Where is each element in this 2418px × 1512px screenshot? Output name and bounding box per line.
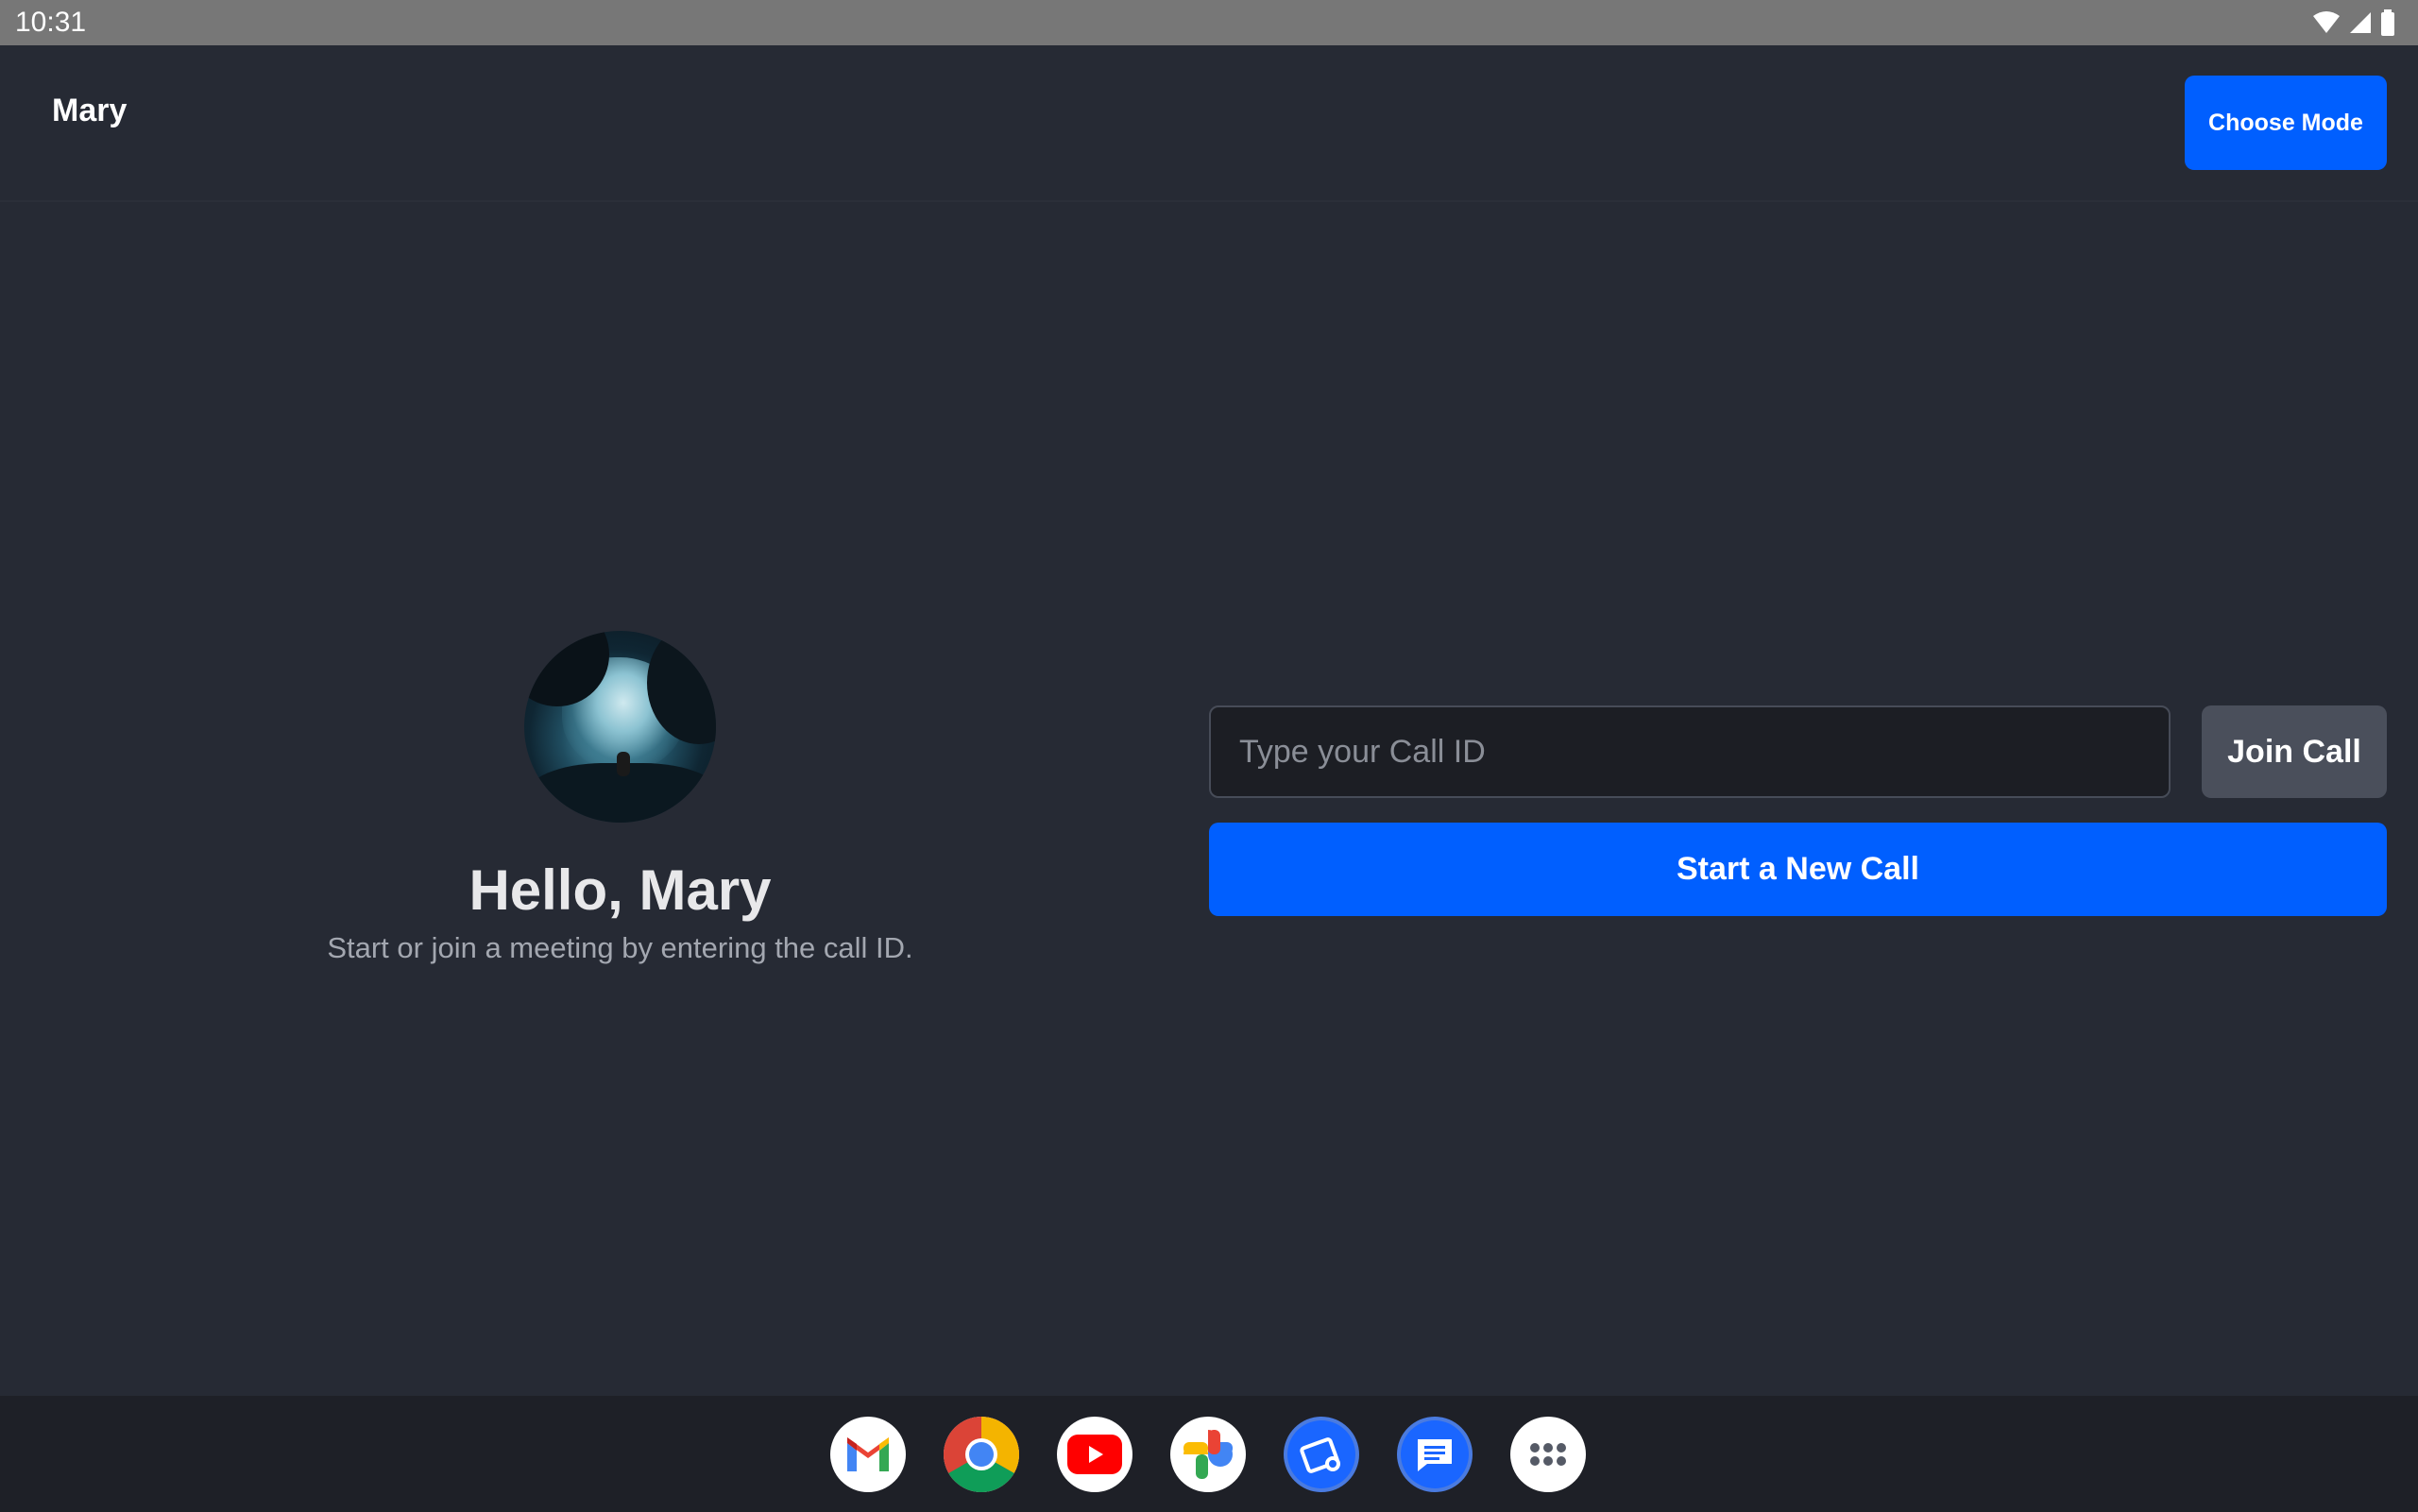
status-time: 10:31 [15, 7, 87, 38]
call-id-input[interactable] [1209, 705, 2171, 798]
app-bar: Mary Choose Mode [0, 45, 2418, 202]
messages-icon[interactable] [1397, 1417, 1473, 1492]
youtube-icon[interactable] [1057, 1417, 1132, 1492]
greeting-title: Hello, Mary [468, 858, 772, 922]
status-bar: 10:31 [0, 0, 2418, 45]
files-icon[interactable] [1284, 1417, 1359, 1492]
status-icons [2312, 9, 2395, 36]
photos-icon[interactable] [1170, 1417, 1246, 1492]
cell-signal-icon [2350, 12, 2371, 33]
greeting-subtitle: Start or join a meeting by entering the … [327, 931, 913, 964]
gmail-icon[interactable] [830, 1417, 906, 1492]
user-name: Mary [52, 93, 128, 128]
join-call-button[interactable]: Join Call [2202, 705, 2387, 798]
chrome-icon[interactable] [944, 1417, 1019, 1492]
app-drawer-icon[interactable] [1510, 1417, 1586, 1492]
wifi-icon [2313, 11, 2340, 33]
avatar-diver [617, 752, 630, 776]
choose-mode-button[interactable]: Choose Mode [2185, 76, 2387, 170]
start-new-call-button[interactable]: Start a New Call [1209, 823, 2387, 916]
avatar [524, 631, 716, 823]
battery-icon [2381, 9, 2394, 36]
